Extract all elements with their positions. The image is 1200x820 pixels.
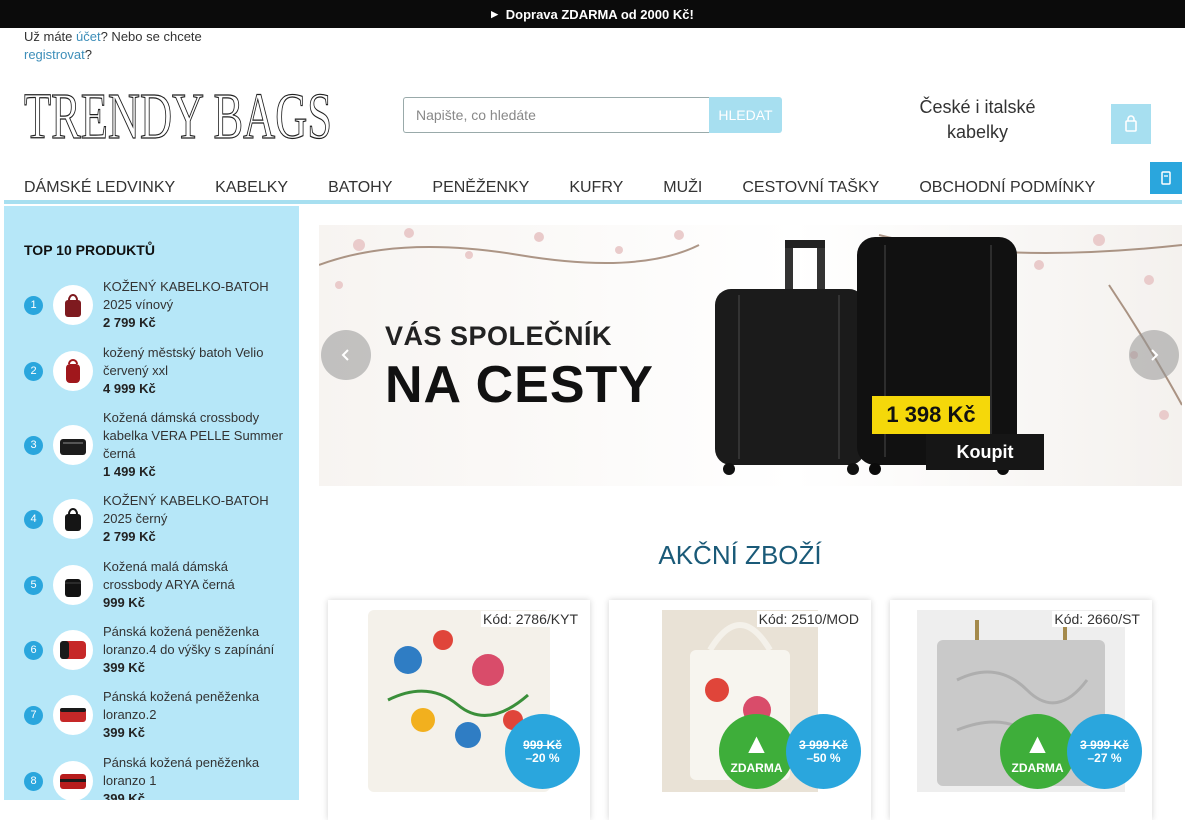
discount-percent: –27 % <box>1087 750 1122 765</box>
list-item[interactable]: 2 kožený městský batoh Velio červený xxl… <box>24 344 284 398</box>
banner-headline-1: VÁS SPOLEČNÍK <box>385 321 613 351</box>
nav-item-muzi[interactable]: MUŽI <box>663 179 702 197</box>
banner-headline-2: NA CESTY <box>385 356 654 414</box>
product-thumbnail[interactable] <box>53 285 93 325</box>
list-item[interactable]: 7 Pánská kožená peněženka loranzo.2 399 K… <box>24 688 284 742</box>
nav-item-damske-ledvinky[interactable]: DÁMSKÉ LEDVINKY <box>24 179 175 197</box>
top-products-sidebar: TOP 10 PRODUKTŮ 1 KOŽENÝ KABELKO-BATOH 2… <box>4 206 299 800</box>
list-item[interactable]: 4 KOŽENÝ KABELKO-BATOH 2025 černý 2 799 K… <box>24 492 284 546</box>
rank-badge: 7 <box>24 705 43 725</box>
nav-item-cestovni-tasky[interactable]: CESTOVNÍ TAŠKY <box>742 179 879 197</box>
free-shipping-text: Doprava ZDARMA od 2000 Kč! <box>505 6 694 22</box>
account-link[interactable]: účet <box>76 29 101 44</box>
section-title: AKČNÍ ZBOŽÍ <box>658 540 822 570</box>
product-price: 399 Kč <box>103 791 145 800</box>
nav-item-penezenky[interactable]: PENĚŽENKY <box>432 179 529 197</box>
nav-toggle-button[interactable] <box>1150 162 1182 194</box>
site-logo[interactable]: TRENDY BAGS <box>24 84 334 144</box>
product-price: 399 Kč <box>103 725 145 740</box>
discount-badge: 3 999 Kč –27 % <box>1067 714 1142 789</box>
truck-icon: ▸ <box>491 6 498 21</box>
banner-buy-button[interactable]: Koupit <box>926 434 1044 470</box>
product-thumbnail[interactable] <box>53 499 93 539</box>
list-item[interactable]: 6 Pánská kožená peněženka loranzo.4 do v… <box>24 623 284 677</box>
product-name[interactable]: KOŽENÝ KABELKO-BATOH 2025 vínový <box>103 279 269 312</box>
search-form: HLEDAT <box>403 97 782 133</box>
logo-text: TRENDY BAGS <box>24 84 332 144</box>
old-price: 3 999 Kč <box>1080 737 1129 752</box>
search-input[interactable] <box>403 97 709 133</box>
truck-icon: ▲ <box>742 727 771 759</box>
discount-badge: 3 999 Kč –50 % <box>786 714 861 789</box>
register-link[interactable]: registrovat <box>24 47 85 62</box>
product-thumbnail[interactable] <box>53 761 93 800</box>
product-card[interactable]: Kód: 2510/MOD ▲ ZDARMA 3 999 Kč –50 % <box>609 600 871 820</box>
product-card[interactable]: Kód: 2660/ST ▲ ZDARMA 3 999 Kč –27 % <box>890 600 1152 820</box>
truck-icon: ▲ <box>1023 727 1052 759</box>
banner-price-badge: 1 398 Kč <box>872 396 990 434</box>
tagline: České i italské kabelky <box>919 97 1036 142</box>
product-thumbnail[interactable] <box>53 630 93 670</box>
nav-item-kabelky[interactable]: KABELKY <box>215 179 288 197</box>
list-item[interactable]: 3 Kožená dámská crossbody kabelka VERA P… <box>24 409 284 481</box>
chevron-left-icon <box>341 349 349 361</box>
old-price: 3 999 Kč <box>799 737 848 752</box>
product-name[interactable]: Pánská kožená peněženka loranzo.4 do výš… <box>103 624 274 657</box>
product-price: 1 499 Kč <box>103 464 156 479</box>
rank-badge: 5 <box>24 575 43 595</box>
carousel-next-button[interactable] <box>1129 330 1179 380</box>
product-price: 2 799 Kč <box>103 529 156 544</box>
discount-percent: –20 % <box>525 750 560 765</box>
rank-badge: 2 <box>24 361 43 381</box>
rank-badge: 8 <box>24 771 43 791</box>
product-name[interactable]: Kožená dámská crossbody kabelka VERA PEL… <box>103 410 283 461</box>
product-thumbnail[interactable] <box>53 425 93 465</box>
product-code: Kód: 2510/MOD <box>756 611 861 627</box>
nav-item-obchodni-podminky[interactable]: OBCHODNÍ PODMÍNKY <box>919 179 1095 197</box>
list-item[interactable]: 1 KOŽENÝ KABELKO-BATOH 2025 vínový 2 799 … <box>24 278 284 332</box>
rank-badge: 1 <box>24 295 43 315</box>
rank-badge: 3 <box>24 435 43 455</box>
hero-banner[interactable]: VÁS SPOLEČNÍK NA CESTY 1 398 Kč Koupit <box>319 225 1182 486</box>
product-name[interactable]: kožený městský batoh Velio červený xxl <box>103 345 263 378</box>
product-code: Kód: 2786/KYT <box>481 611 580 627</box>
product-thumbnail[interactable] <box>53 565 93 605</box>
cart-icon <box>1125 115 1137 132</box>
rank-badge: 4 <box>24 509 43 529</box>
nav-item-kufry[interactable]: KUFRY <box>569 179 623 197</box>
rank-badge: 6 <box>24 640 43 660</box>
login-prompt: Už máte účet? Nebo se chcete registrovat… <box>24 29 202 62</box>
main-navigation: DÁMSKÉ LEDVINKY KABELKY BATOHY PENĚŽENKY… <box>4 174 1182 204</box>
product-price: 2 799 Kč <box>103 315 156 330</box>
product-price: 999 Kč <box>103 595 145 610</box>
product-card[interactable]: Kód: 2786/KYT 999 Kč –20 % <box>328 600 590 820</box>
list-item[interactable]: 5 Kožená malá dámská crossbody ARYA čern… <box>24 558 284 612</box>
free-shipping-bar: ▸ Doprava ZDARMA od 2000 Kč! <box>0 0 1185 28</box>
product-name[interactable]: Pánská kožená peněženka loranzo.2 <box>103 689 259 722</box>
carousel-prev-button[interactable] <box>321 330 371 380</box>
nav-item-batohy[interactable]: BATOHY <box>328 179 392 197</box>
product-code: Kód: 2660/ST <box>1052 611 1142 627</box>
product-thumbnail[interactable] <box>53 351 93 391</box>
product-thumbnail[interactable] <box>53 695 93 735</box>
list-item[interactable]: 8 Pánská kožená peněženka loranzo 1 399 K… <box>24 754 284 800</box>
free-shipping-label: ZDARMA <box>730 760 783 775</box>
menu-icon <box>1161 171 1171 185</box>
product-price: 399 Kč <box>103 660 145 675</box>
search-button[interactable]: HLEDAT <box>709 97 782 133</box>
chevron-right-icon <box>1151 349 1159 361</box>
product-price: 4 999 Kč <box>103 381 156 396</box>
product-name[interactable]: KOŽENÝ KABELKO-BATOH 2025 černý <box>103 493 269 526</box>
free-shipping-badge: ▲ ZDARMA <box>1000 714 1075 789</box>
free-shipping-badge: ▲ ZDARMA <box>719 714 794 789</box>
old-price: 999 Kč <box>523 737 562 752</box>
cart-button[interactable] <box>1111 104 1151 144</box>
product-name[interactable]: Pánská kožená peněženka loranzo 1 <box>103 755 259 788</box>
free-shipping-label: ZDARMA <box>1011 760 1064 775</box>
discount-percent: –50 % <box>806 750 841 765</box>
sidebar-title: TOP 10 PRODUKTŮ <box>24 242 155 258</box>
product-name[interactable]: Kožená malá dámská crossbody ARYA černá <box>103 559 235 592</box>
discount-badge: 999 Kč –20 % <box>505 714 580 789</box>
